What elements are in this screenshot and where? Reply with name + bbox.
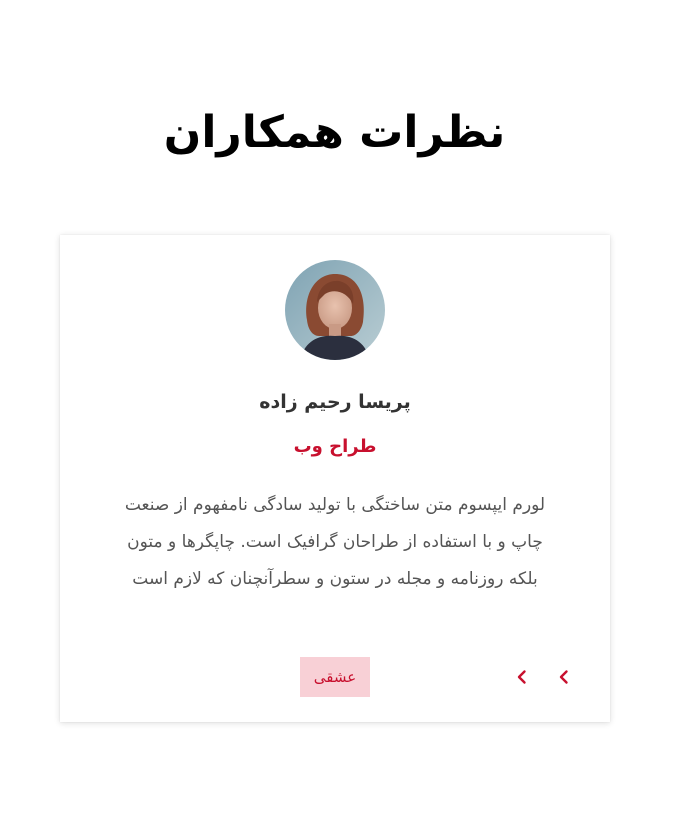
carousel-prev-button[interactable] (508, 663, 536, 691)
avatar (285, 260, 385, 360)
carousel-controls: عشقی (60, 657, 610, 697)
avatar-photo (285, 260, 385, 360)
testimonial-text-line: چاپ و با استفاده از طراحان گرافیک است. چ… (127, 532, 543, 552)
tag-button[interactable]: عشقی (300, 657, 370, 697)
person-name: پریسا رحیم زاده (259, 391, 411, 413)
carousel-next-button[interactable] (550, 663, 578, 691)
testimonial-text-line: بلکه روزنامه و مجله در ستون و سطرآنچنان … (132, 569, 538, 589)
testimonial-text-line: لورم ایپسوم متن ساختگی با تولید سادگی نا… (124, 495, 546, 515)
chevron-left-icon (517, 670, 526, 684)
chevron-left-icon (559, 670, 568, 684)
testimonial-text: لورم ایپسوم متن ساختگی با تولید سادگی نا… (80, 487, 590, 598)
person-role: طراح وب (293, 436, 377, 457)
testimonial-card: پریسا رحیم زاده طراح وب لورم ایپسوم متن … (60, 235, 610, 722)
page-title: نظرات همکاران (163, 107, 506, 158)
